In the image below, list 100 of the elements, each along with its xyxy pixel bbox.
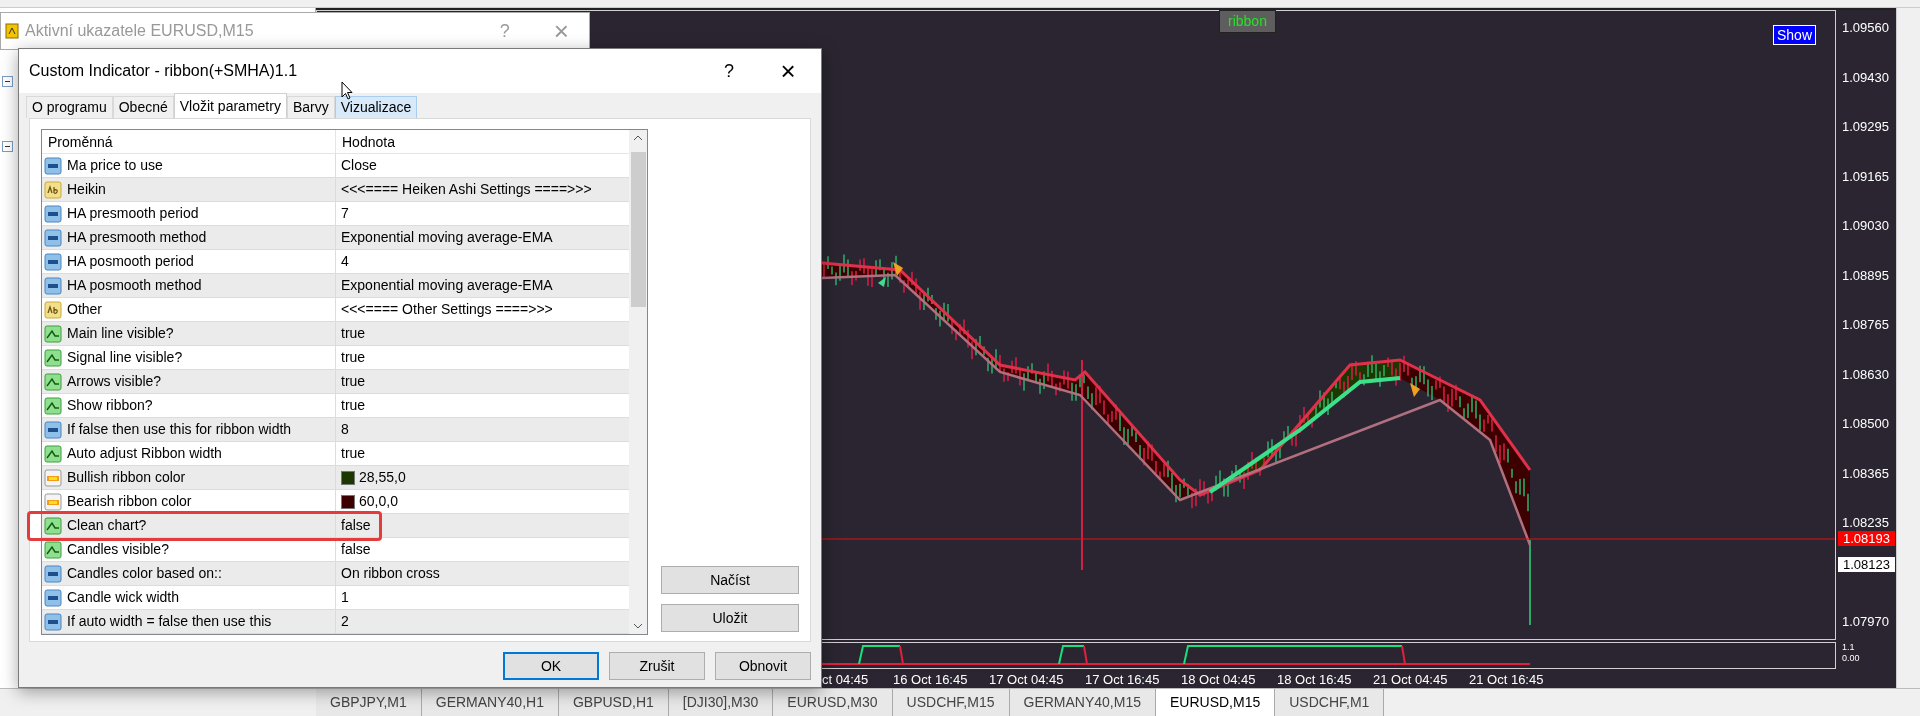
column-header[interactable]: Proměnná — [42, 130, 336, 153]
price-tick: 1.09430 — [1842, 69, 1889, 86]
tab[interactable]: Obecné — [112, 96, 174, 118]
table-row[interactable]: Clean chart? false — [42, 514, 629, 538]
symbol-tab[interactable]: GERMANY40,M15 — [1009, 689, 1156, 716]
bid-price-label: 1.08193 — [1838, 531, 1895, 546]
parameter-value: Close — [341, 156, 377, 175]
table-row[interactable]: Main line visible? true — [42, 322, 629, 346]
symbol-tab[interactable]: USDCHF,M1 — [1275, 689, 1385, 716]
table-row[interactable]: HA presmooth method Exponential moving average-EMA — [42, 226, 629, 250]
window-title: Aktivní ukazatele EURUSD,M15 — [25, 21, 254, 41]
table-row[interactable]: Candles color based on:: On ribbon cross — [42, 562, 629, 586]
table-row[interactable]: Arrows visible? true — [42, 370, 629, 394]
price-tick: 1.09165 — [1842, 168, 1889, 185]
parameter-value: 2 — [341, 612, 349, 631]
parameter-name: Main line visible? — [67, 324, 174, 343]
price-tick: 1.08895 — [1842, 267, 1889, 284]
subwindow-tick: 0.00 — [1842, 653, 1861, 665]
tab[interactable]: Vizualizace — [334, 96, 418, 118]
ask-price-label: 1.08123 — [1838, 557, 1895, 572]
time-tick: 16 Oct 16:45 — [893, 671, 968, 690]
parameter-name: Candles visible? — [67, 540, 169, 559]
time-tick: ct 04:45 — [822, 671, 869, 690]
subwindow-tick: 1.1 — [1842, 642, 1856, 654]
parameter-value: 60,0,0 — [359, 492, 398, 511]
parameter-name: Bearish ribbon color — [67, 492, 192, 511]
table-row[interactable]: Heikin <<<==== Heiken Ashi Settings ====>>> — [42, 178, 629, 202]
parameter-name: Candle wick width — [67, 588, 180, 607]
table-row[interactable]: HA presmooth period 7 — [42, 202, 629, 226]
dialog-button[interactable]: Obnovit — [715, 652, 811, 680]
column-header[interactable]: Hodnota — [336, 130, 629, 153]
price-tick: 1.09560 — [1842, 20, 1889, 36]
table-row[interactable]: HA posmooth period 4 — [42, 250, 629, 274]
time-tick: 18 Oct 16:45 — [1277, 671, 1352, 690]
symbol-tab[interactable]: [DJI30],M30 — [668, 689, 774, 716]
symbol-tab[interactable]: USDCHF,M15 — [892, 689, 1010, 716]
symbol-tab[interactable]: EURUSD,M15 — [1156, 689, 1276, 716]
tab[interactable]: O programu — [26, 96, 113, 118]
symbol-tab[interactable]: GERMANY40,H1 — [421, 689, 559, 716]
help-button[interactable]: ? — [709, 57, 749, 85]
parameter-value: true — [341, 444, 366, 463]
table-row[interactable]: If auto width = false then use this 2 — [42, 610, 629, 634]
table-row[interactable]: Candle wick width 1 — [42, 586, 629, 610]
symbol-tab[interactable]: GBPUSD,H1 — [558, 689, 669, 716]
table-row[interactable]: Bullish ribbon color 28,55,0 — [42, 466, 629, 490]
table-row[interactable]: Ma price to use Close — [42, 154, 629, 178]
close-button[interactable]: × — [765, 51, 811, 91]
side-button[interactable]: Uložit — [661, 604, 799, 632]
parameter-value: Exponential moving average-EMA — [341, 276, 553, 295]
table-row[interactable]: Show ribbon? true — [42, 394, 629, 418]
table-row[interactable]: Bearish ribbon color 60,0,0 — [42, 490, 629, 514]
parameter-value: false — [341, 540, 371, 559]
show-button[interactable]: Show — [1772, 25, 1816, 45]
parameter-value: On ribbon cross — [341, 564, 440, 583]
dialog-button[interactable]: OK — [503, 652, 599, 680]
parameter-value: false — [341, 516, 371, 535]
time-tick: 21 Oct 16:45 — [1469, 671, 1544, 690]
parameter-name: Arrows visible? — [67, 372, 162, 391]
dialog-button[interactable]: Zrušit — [609, 652, 705, 680]
tab[interactable]: Vložit parametry — [173, 93, 287, 118]
parameter-name: Other — [67, 300, 102, 319]
time-tick: 18 Oct 04:45 — [1181, 671, 1256, 690]
table-row[interactable]: Other <<<==== Other Settings ====>>> — [42, 298, 629, 322]
indicator-label: ribbon — [1219, 10, 1276, 33]
parameter-name: HA presmooth period — [67, 204, 199, 223]
price-tick: 1.09030 — [1842, 218, 1889, 234]
side-button[interactable]: Načíst — [661, 566, 799, 594]
price-tick: 1.08235 — [1842, 515, 1889, 531]
parameter-name: HA posmooth period — [67, 252, 194, 271]
table-row[interactable]: Auto adjust Ribbon width true — [42, 442, 629, 466]
parameter-name: If auto width = false then use this — [67, 612, 272, 631]
parameter-value: true — [341, 372, 366, 391]
parameter-name: If false then use this for ribbon width — [67, 420, 292, 439]
price-tick: 1.08500 — [1842, 416, 1889, 432]
price-tick: 1.08765 — [1842, 317, 1889, 333]
time-tick: 17 Oct 16:45 — [1085, 671, 1160, 690]
symbol-tab[interactable]: EURUSD,M30 — [773, 689, 893, 716]
time-tick: 17 Oct 04:45 — [989, 671, 1064, 690]
parameter-value: 1 — [341, 588, 349, 607]
table-row[interactable]: Candles visible? false — [42, 538, 629, 562]
symbol-tab[interactable]: GBPJPY,M1 — [316, 689, 422, 716]
table-row[interactable]: If false then use this for ribbon width 8 — [42, 418, 629, 442]
parameter-value: <<<==== Heiken Ashi Settings ====>>> — [341, 180, 592, 199]
parameter-value: true — [341, 324, 366, 343]
parameter-value: 4 — [341, 252, 349, 271]
parameter-name: HA presmooth method — [67, 228, 207, 247]
price-tick: 1.09295 — [1842, 119, 1889, 135]
price-tick: 1.08630 — [1842, 366, 1889, 383]
table-row[interactable]: HA posmooth method Exponential moving average-EMA — [42, 274, 629, 298]
tab[interactable]: Barvy — [286, 96, 335, 118]
parameter-name: Show ribbon? — [67, 396, 153, 415]
time-tick: 21 Oct 04:45 — [1373, 671, 1448, 690]
window-title: Custom Indicator - ribbon(+SMHA)1.1 — [29, 61, 298, 81]
parameter-value: 7 — [341, 204, 349, 223]
parameter-value: Exponential moving average-EMA — [341, 228, 553, 247]
parameter-name: Auto adjust Ribbon width — [67, 444, 222, 463]
price-tick: 1.07970 — [1842, 614, 1889, 630]
parameter-name: Heikin — [67, 180, 106, 199]
table-row[interactable]: Signal line visible? true — [42, 346, 629, 370]
parameter-value: true — [341, 348, 366, 367]
